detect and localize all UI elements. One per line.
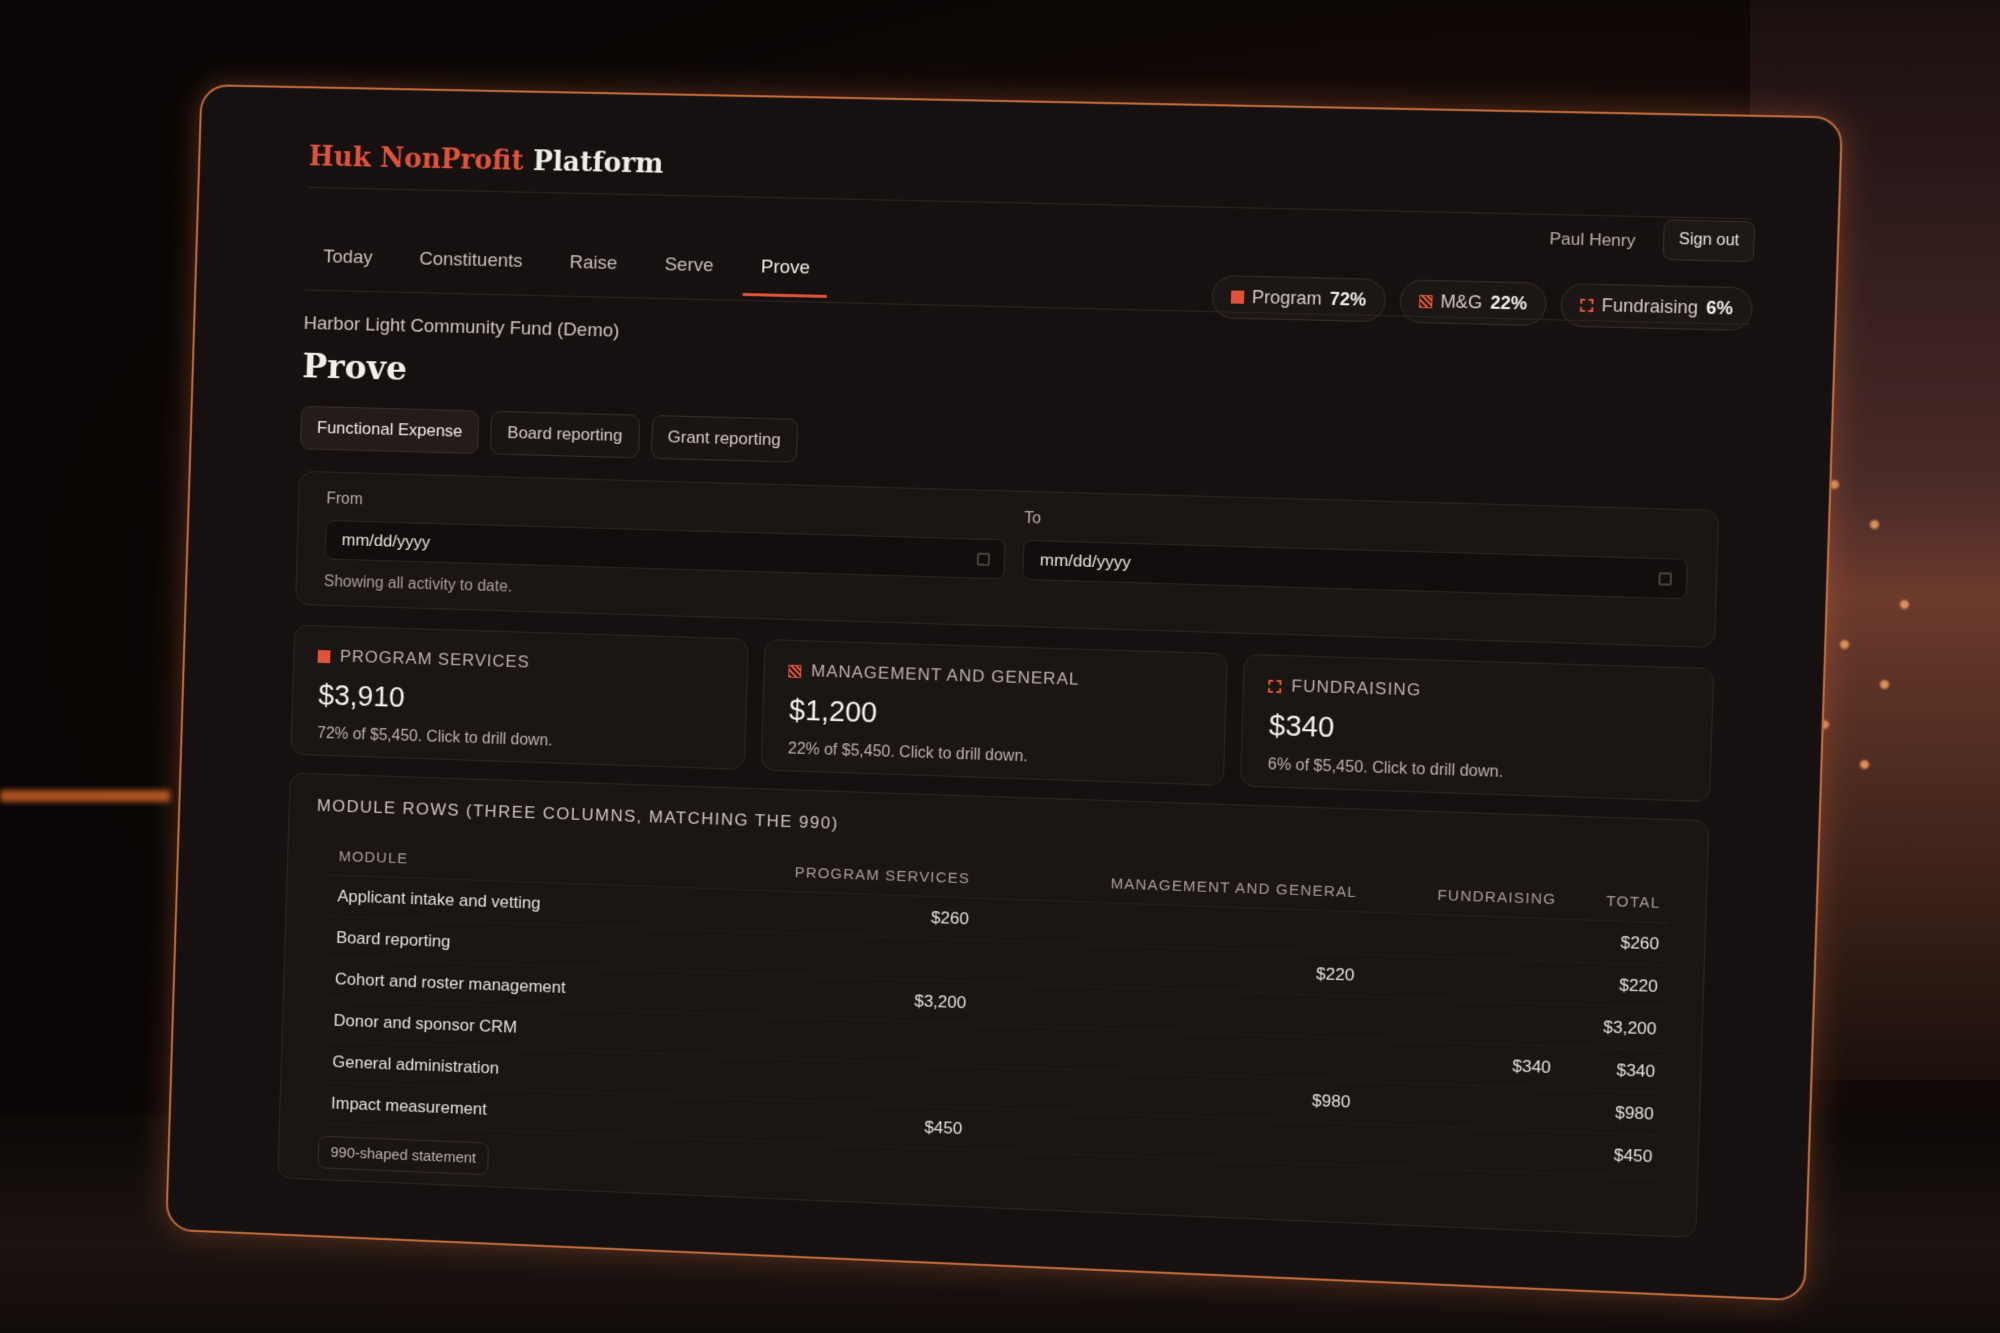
subtab-bar: Functional Expense Board reporting Grant… [299, 405, 799, 463]
statement-tag[interactable]: 990-shaped statement [317, 1135, 490, 1176]
tab-serve[interactable]: Serve [664, 254, 714, 291]
fundraising-swatch-icon [1579, 298, 1594, 313]
module-rows-card: MODULE ROWS (THREE COLUMNS, MATCHING THE… [277, 772, 1710, 1238]
fundraising-amount [1363, 912, 1564, 962]
from-date-placeholder: mm/dd/yyyy [341, 530, 431, 552]
stat-header: MANAGEMENT AND GENERAL [788, 661, 1080, 690]
total-amount: $340 [1558, 1046, 1665, 1094]
stat-value: $1,200 [788, 694, 878, 730]
app-window: Huk NonProfit Platform Paul Henry Sign o… [165, 84, 1844, 1302]
main-nav: Today Constituents Raise Serve Prove [322, 246, 810, 293]
stat-card-management[interactable]: MANAGEMENT AND GENERAL $1,200 22% of $5,… [760, 639, 1228, 786]
page-title: Prove [301, 346, 408, 389]
fundraising-amount [1356, 1123, 1558, 1174]
from-date-field[interactable]: mm/dd/yyyy [324, 519, 1006, 580]
program-swatch-icon [1230, 290, 1245, 304]
pill-label: Program [1251, 286, 1323, 309]
stat-value: $340 [1268, 709, 1335, 745]
total-amount: $980 [1557, 1088, 1663, 1136]
tab-raise[interactable]: Raise [569, 252, 617, 289]
sign-out-button[interactable]: Sign out [1662, 219, 1756, 263]
to-date-field[interactable]: mm/dd/yyyy [1022, 539, 1688, 600]
column-header: TOTAL [1563, 881, 1670, 923]
user-name: Paul Henry [1549, 229, 1636, 251]
pill-value: 6% [1705, 297, 1734, 319]
pill-label: Fundraising [1601, 295, 1699, 318]
total-amount: $220 [1561, 961, 1667, 1008]
pill-value: 22% [1489, 292, 1528, 314]
stat-header: PROGRAM SERVICES [317, 646, 530, 672]
org-name: Harbor Light Community Fund (Demo) [303, 313, 620, 342]
subtab-grant-reporting[interactable]: Grant reporting [650, 414, 799, 463]
subtab-functional-expense[interactable]: Functional Expense [299, 405, 480, 455]
stat-label: PROGRAM SERVICES [339, 646, 530, 672]
to-label: To [1023, 509, 1042, 528]
from-label: From [326, 490, 364, 509]
ambient-glow-left [0, 790, 170, 802]
calendar-icon[interactable] [1658, 572, 1673, 586]
pill-label: M&G [1440, 291, 1483, 313]
to-date-placeholder: mm/dd/yyyy [1039, 550, 1132, 573]
stat-label: MANAGEMENT AND GENERAL [810, 661, 1080, 689]
brand-name-accent: Huk NonProfit [308, 141, 525, 177]
stat-subtext: 22% of $5,450. Click to drill down. [787, 740, 1028, 766]
stat-card-fundraising[interactable]: FUNDRAISING $340 6% of $5,450. Click to … [1239, 653, 1715, 803]
pill-value: 72% [1329, 288, 1367, 310]
module-rows-title: MODULE ROWS (THREE COLUMNS, MATCHING THE… [316, 796, 840, 833]
fundraising-amount [1361, 954, 1563, 1005]
mg-swatch-icon [1418, 294, 1433, 309]
stat-subtext: 6% of $5,450. Click to drill down. [1267, 756, 1504, 782]
total-amount: $450 [1555, 1131, 1662, 1179]
stat-card-program[interactable]: PROGRAM SERVICES $3,910 72% of $5,450. C… [290, 624, 749, 770]
date-range-filter: From mm/dd/yyyy To mm/dd/yyyy Showing al… [294, 470, 1720, 648]
stat-header: FUNDRAISING [1268, 676, 1422, 701]
subtab-board-reporting[interactable]: Board reporting [490, 410, 640, 459]
brand-name-suffix: Platform [532, 146, 664, 180]
program-swatch-icon [317, 649, 331, 663]
calendar-icon[interactable] [976, 552, 991, 566]
total-amount: $260 [1562, 919, 1669, 966]
date-filter-hint: Showing all activity to date. [323, 573, 513, 596]
tab-today[interactable]: Today [322, 246, 373, 283]
brand-logo: Huk NonProfit Platform [308, 142, 664, 180]
mg-swatch-icon [788, 664, 802, 678]
total-amount: $3,200 [1559, 1004, 1666, 1051]
stat-value: $3,910 [317, 679, 406, 715]
stat-label: FUNDRAISING [1291, 676, 1422, 700]
tab-constituents[interactable]: Constituents [419, 249, 523, 287]
fundraising-amount [1360, 996, 1562, 1047]
fundraising-swatch-icon [1268, 679, 1282, 693]
tab-prove[interactable]: Prove [760, 257, 811, 294]
header-divider [307, 186, 1754, 220]
module-table: MODULE PROGRAM SERVICES MANAGEMENT AND G… [322, 838, 1670, 1179]
stat-subtext: 72% of $5,450. Click to drill down. [316, 725, 553, 750]
